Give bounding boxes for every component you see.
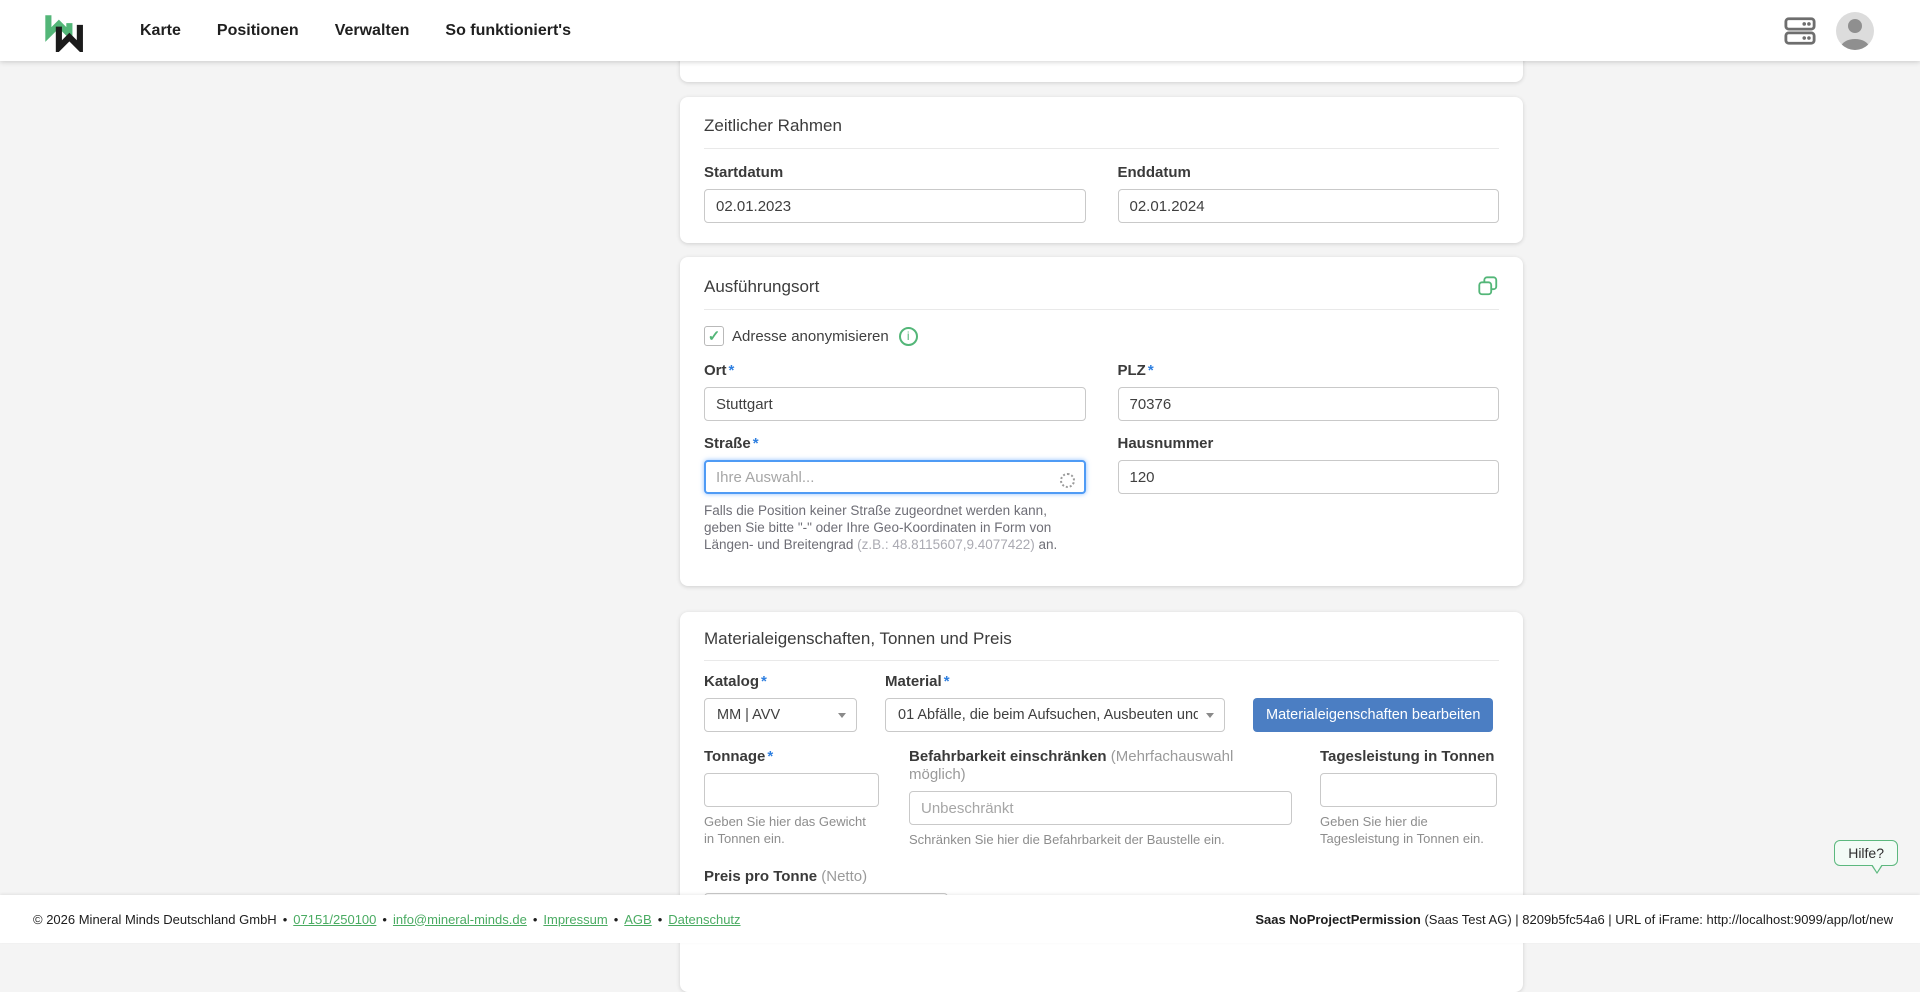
katalog-field-group: Katalog* MM | AVV [704, 673, 857, 732]
card-title-ausfuehrungsort: Ausführungsort [704, 276, 819, 297]
anonymize-label: Adresse anonymisieren [732, 328, 889, 345]
mineral-minds-logo[interactable] [44, 10, 86, 52]
user-avatar[interactable] [1836, 12, 1874, 50]
chevron-down-icon [838, 713, 846, 718]
nav-item-so-funktionierts[interactable]: So funktioniert's [445, 22, 571, 40]
tagesleistung-input[interactable] [1320, 773, 1497, 807]
startdatum-input[interactable] [704, 189, 1086, 223]
plz-field-group: PLZ* [1118, 362, 1500, 421]
chevron-down-icon [1206, 713, 1214, 718]
nav-links: Karte Positionen Verwalten So funktionie… [140, 22, 571, 40]
footer-saas-permission: Saas NoProjectPermission [1255, 912, 1420, 927]
footer-environment-info: Saas NoProjectPermission (Saas Test AG) … [1255, 912, 1893, 927]
hausnummer-field-group: Hausnummer [1118, 435, 1500, 553]
enddatum-field-group: Enddatum [1118, 164, 1500, 223]
card-zeitlicher-rahmen: Zeitlicher Rahmen Startdatum Enddatum [680, 97, 1523, 243]
required-asterisk: * [729, 362, 735, 379]
befahrbarkeit-helper-text: Schränken Sie hier die Befahrbarkeit der… [909, 831, 1292, 848]
footer-saas-details: (Saas Test AG) | 8209b5fc54a6 | URL of i… [1421, 912, 1893, 927]
card-title-zeitlicher-rahmen: Zeitlicher Rahmen [704, 115, 1499, 136]
required-asterisk: * [767, 748, 773, 765]
nav-item-verwalten[interactable]: Verwalten [335, 22, 410, 40]
divider [704, 660, 1499, 661]
divider [704, 309, 1499, 310]
befahrbarkeit-input[interactable] [909, 791, 1292, 825]
top-navbar: Karte Positionen Verwalten So funktionie… [0, 0, 1920, 61]
katalog-label: Katalog [704, 673, 759, 690]
nav-item-positionen[interactable]: Positionen [217, 22, 299, 40]
strasse-label: Straße [704, 435, 751, 452]
footer: © 2026 Mineral Minds Deutschland GmbH • … [0, 895, 1920, 943]
footer-separator: • [283, 912, 288, 927]
footer-link-impressum[interactable]: Impressum [543, 912, 607, 927]
help-button[interactable]: Hilfe? [1834, 840, 1898, 866]
check-icon: ✓ [708, 329, 721, 344]
hausnummer-input[interactable] [1118, 460, 1500, 494]
strasse-input[interactable] [704, 460, 1086, 494]
required-asterisk: * [944, 673, 950, 690]
material-field-group: Material* 01 Abfälle, die beim Aufsuchen… [885, 673, 1225, 732]
navbar-icons [1784, 12, 1874, 50]
hausnummer-label: Hausnummer [1118, 435, 1500, 453]
tonnage-input[interactable] [704, 773, 879, 807]
startdatum-field-group: Startdatum [704, 164, 1086, 223]
tagesleistung-label: Tagesleistung in Tonnen [1320, 748, 1497, 766]
footer-separator: • [533, 912, 538, 927]
footer-left: © 2026 Mineral Minds Deutschland GmbH • … [33, 912, 741, 927]
avatar-body [1841, 39, 1869, 50]
required-asterisk: * [1148, 362, 1154, 379]
katalog-select[interactable]: MM | AVV [704, 698, 857, 732]
preis-label: Preis pro Tonne [704, 868, 817, 885]
material-label: Material [885, 673, 942, 690]
plz-label: PLZ [1118, 362, 1146, 379]
plz-input[interactable] [1118, 387, 1500, 421]
preis-sublabel: (Netto) [821, 868, 867, 885]
befahrbarkeit-label: Befahrbarkeit einschränken [909, 748, 1107, 765]
tagesleistung-helper-text: Geben Sie hier die Tagesleistung in Tonn… [1320, 813, 1497, 847]
enddatum-input[interactable] [1118, 189, 1500, 223]
card-title-materialeigenschaften: Materialeigenschaften, Tonnen und Preis [704, 628, 1499, 649]
ort-field-group: Ort* [704, 362, 1086, 421]
startdatum-label: Startdatum [704, 164, 1086, 182]
required-asterisk: * [753, 435, 759, 452]
required-asterisk: * [761, 673, 767, 690]
nav-item-karte[interactable]: Karte [140, 22, 181, 40]
copy-icon[interactable] [1477, 275, 1499, 297]
geo-example-text: (z.B.: 48.8115607,9.4077422) [853, 537, 1034, 552]
material-select[interactable]: 01 Abfälle, die beim Aufsuchen, Ausbeute… [885, 698, 1225, 732]
server-stack-icon[interactable] [1784, 16, 1816, 46]
strasse-field-group: Straße* Falls die Position keiner Straße… [704, 435, 1086, 553]
tonnage-field-group: Tonnage* Geben Sie hier das Gewicht in T… [704, 748, 879, 847]
avatar-head [1848, 19, 1862, 33]
footer-copyright: © 2026 Mineral Minds Deutschland GmbH [33, 912, 277, 927]
card-ausfuehrungsort: Ausführungsort ✓ Adresse anonymisieren i… [680, 257, 1523, 586]
footer-link-email[interactable]: info@mineral-minds.de [393, 912, 527, 927]
befahrbarkeit-field-group: Befahrbarkeit einschränken (Mehrfachausw… [909, 748, 1292, 848]
strasse-helper-text: Falls die Position keiner Straße zugeord… [704, 502, 1086, 553]
enddatum-label: Enddatum [1118, 164, 1500, 182]
tonnage-label: Tonnage [704, 748, 765, 765]
ort-input[interactable] [704, 387, 1086, 421]
anonymize-checkbox[interactable]: ✓ [704, 326, 724, 346]
footer-separator: • [382, 912, 387, 927]
footer-separator: • [614, 912, 619, 927]
edit-material-properties-button[interactable]: Materialeigenschaften bearbeiten [1253, 698, 1493, 732]
footer-link-datenschutz[interactable]: Datenschutz [668, 912, 740, 927]
tonnage-helper-text: Geben Sie hier das Gewicht in Tonnen ein… [704, 813, 879, 847]
ort-label: Ort [704, 362, 727, 379]
footer-link-phone[interactable]: 07151/250100 [293, 912, 376, 927]
info-icon[interactable]: i [899, 327, 918, 346]
footer-separator: • [658, 912, 663, 927]
footer-link-agb[interactable]: AGB [624, 912, 651, 927]
tagesleistung-field-group: Tagesleistung in Tonnen Geben Sie hier d… [1320, 748, 1497, 847]
loading-spinner-icon [1060, 473, 1075, 488]
divider [704, 148, 1499, 149]
